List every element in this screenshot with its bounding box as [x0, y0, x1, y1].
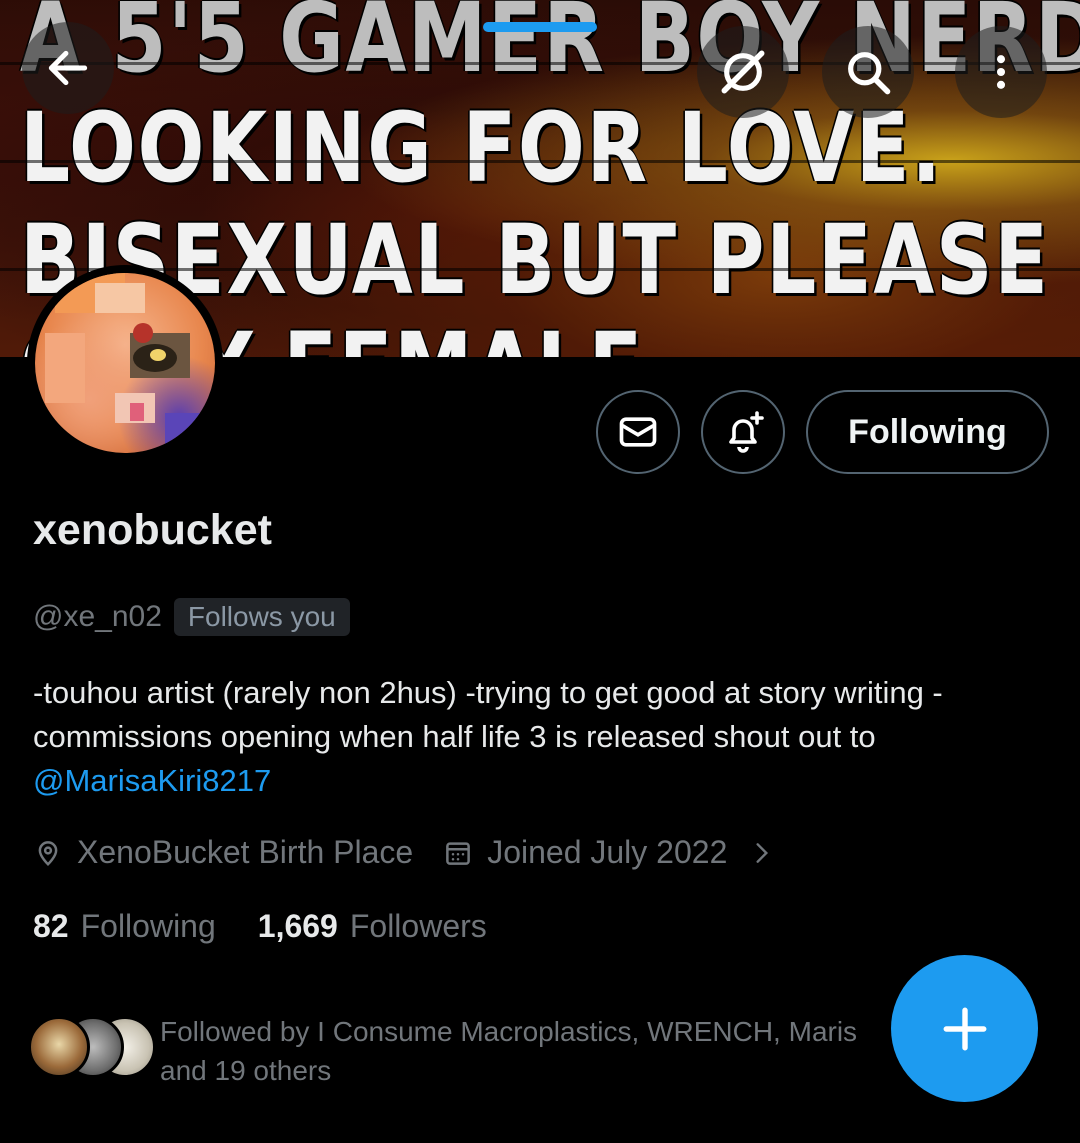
bio-mention-link[interactable]: @MarisaKiri8217 — [33, 763, 271, 798]
more-vertical-icon — [996, 55, 1006, 89]
plus-icon — [943, 1007, 986, 1050]
followed-by-text[interactable]: Followed by I Consume Macroplastics, WRE… — [160, 1012, 900, 1090]
mail-icon — [619, 417, 657, 447]
banner-glitch-line — [0, 62, 1080, 65]
following-count: 82 — [33, 908, 69, 944]
location-pin-icon — [33, 837, 65, 869]
joined-date[interactable]: Joined July 2022 — [443, 834, 775, 871]
drag-handle[interactable] — [483, 22, 597, 32]
calendar-icon — [443, 837, 475, 869]
mini-avatar — [28, 1016, 90, 1078]
search-button[interactable] — [822, 26, 914, 118]
display-name: xenobucket — [33, 506, 272, 554]
compose-button[interactable] — [891, 955, 1038, 1102]
followed-by-line: and 19 others — [160, 1055, 332, 1086]
bio: -touhou artist (rarely non 2hus) -trying… — [33, 671, 1053, 803]
grok-button[interactable] — [697, 26, 789, 118]
banner-text-line: LOOKING FOR LOVE. — [20, 92, 943, 204]
stats-row: 82 Following 1,669 Followers — [33, 908, 487, 945]
followers-label: Followers — [349, 908, 487, 944]
joined-text: Joined July 2022 — [487, 834, 728, 870]
followed-by-line: Followed by I Consume Macroplastics, WRE… — [160, 1016, 858, 1047]
location-text: XenoBucket Birth Place — [77, 834, 414, 870]
bio-text: -touhou artist (rarely non 2hus) -trying… — [33, 675, 943, 754]
following-stat[interactable]: 82 Following — [33, 908, 216, 945]
more-options-button[interactable] — [955, 26, 1047, 118]
message-button[interactable] — [596, 390, 680, 474]
avatar-image — [35, 273, 215, 453]
handle-row: @xe_n02 Follows you — [33, 598, 350, 636]
notifications-button[interactable] — [701, 390, 785, 474]
following-label: Following — [80, 908, 216, 944]
profile-meta: XenoBucket Birth Place Joined July 2022 — [33, 834, 775, 871]
back-button[interactable] — [22, 22, 114, 114]
followers-stat[interactable]: 1,669 Followers — [258, 908, 487, 945]
arrow-left-icon — [48, 50, 88, 86]
grok-icon — [721, 50, 765, 94]
banner-glitch-line — [0, 268, 1080, 271]
follows-you-badge: Follows you — [173, 598, 350, 636]
bell-plus-icon — [729, 411, 764, 453]
avatar[interactable] — [27, 265, 223, 461]
user-handle: @xe_n02 — [33, 600, 162, 633]
search-icon — [848, 52, 891, 95]
banner-text-line: A 5'5 GAMER BOY NERD — [20, 0, 1080, 94]
location: XenoBucket Birth Place — [33, 834, 413, 871]
following-button[interactable]: Following — [806, 390, 1049, 474]
chevron-right-icon — [749, 840, 775, 866]
followed-by-avatars[interactable] — [28, 1012, 158, 1078]
followers-count: 1,669 — [257, 908, 338, 944]
banner-glitch-line — [0, 160, 1080, 163]
